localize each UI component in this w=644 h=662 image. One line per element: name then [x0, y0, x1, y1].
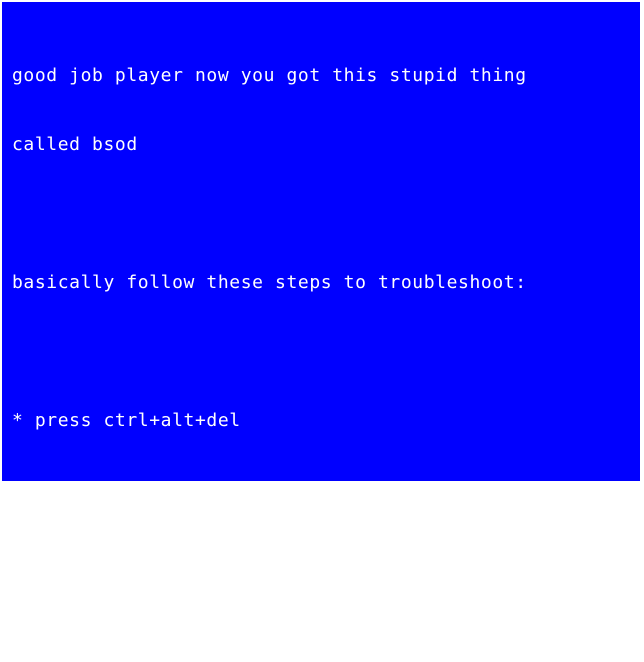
step-item: * use safe mode	[12, 548, 184, 569]
bsod-message-line-2: called bsod	[12, 134, 138, 155]
step-item: * press any key to go back	[12, 617, 310, 638]
step-item: * press alt+f4	[12, 479, 173, 500]
bsod-screen[interactable]: good job player now you got this stupid …	[2, 2, 640, 638]
troubleshoot-instruction: basically follow these steps to troubles…	[12, 272, 527, 293]
step-item: * press ctrl+alt+del	[12, 410, 241, 431]
bsod-message-line-1: good job player now you got this stupid …	[12, 65, 527, 86]
